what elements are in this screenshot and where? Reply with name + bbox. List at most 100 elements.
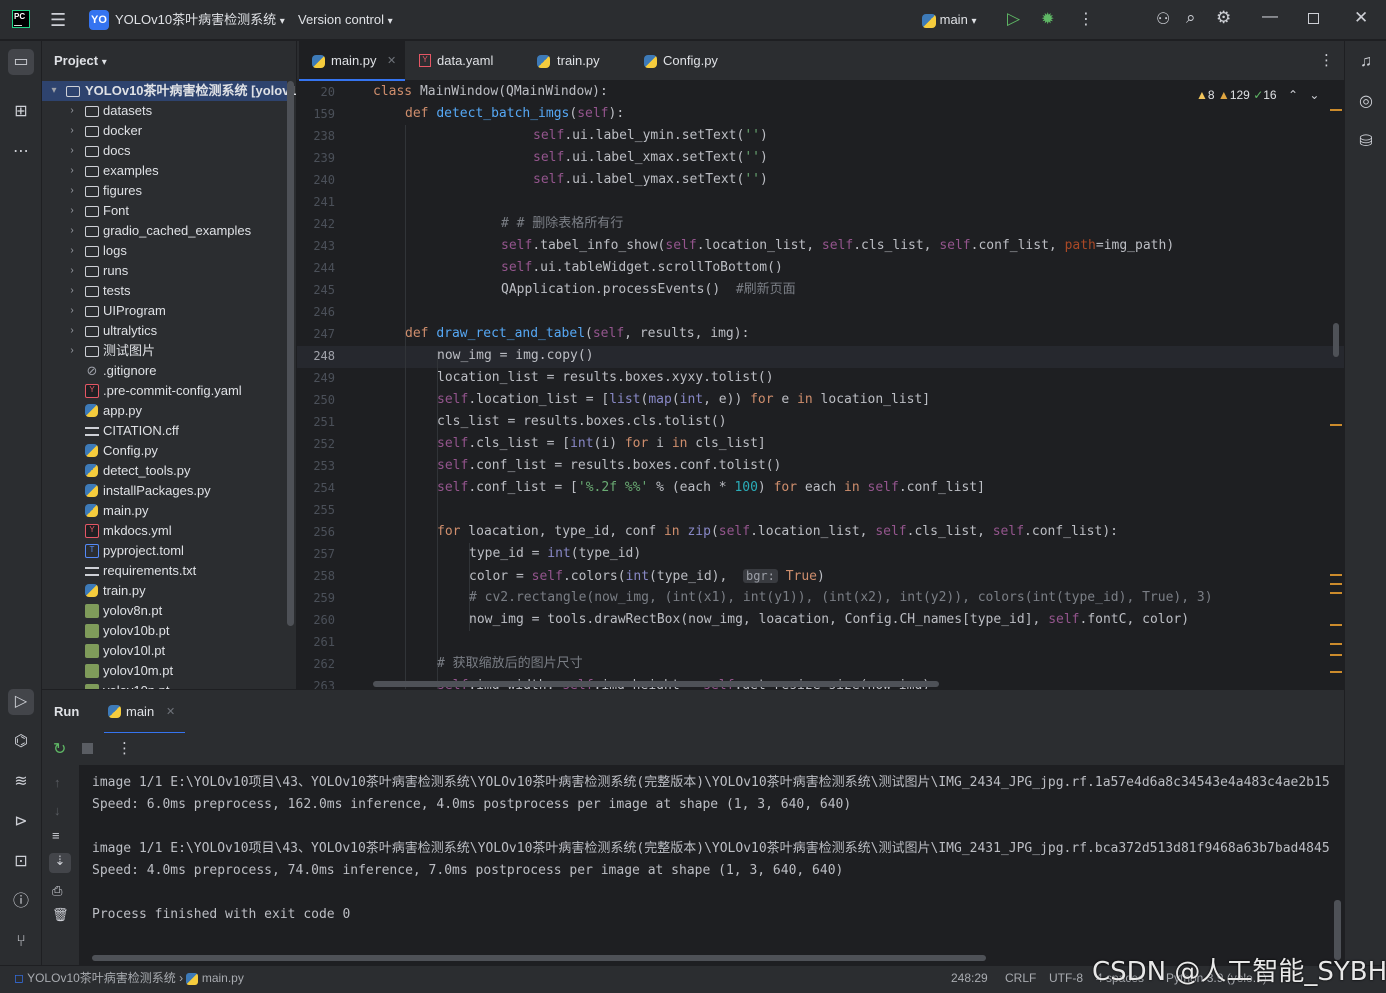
editor-scrollbar[interactable] xyxy=(1330,81,1344,689)
project-scrollbar[interactable] xyxy=(287,81,294,626)
tree-item[interactable]: yolov10m.pt xyxy=(42,661,287,681)
more-icon[interactable]: ⋮ xyxy=(1078,9,1094,29)
tree-item[interactable]: app.py xyxy=(42,401,287,421)
tree-item[interactable]: requirements.txt xyxy=(42,561,287,581)
tree-item[interactable]: CITATION.cff xyxy=(42,421,287,441)
tree-root[interactable]: ▾ YOLOv10茶叶病害检测系统 [yolov10- xyxy=(42,81,296,101)
tree-item[interactable]: train.py xyxy=(42,581,287,601)
tree-item[interactable]: Ymkdocs.yml xyxy=(42,521,287,541)
tree-item[interactable]: › 测试图片 xyxy=(42,341,287,361)
terminal-icon[interactable]: ⊡ xyxy=(8,849,34,875)
more-icon[interactable]: ⋮ xyxy=(117,739,132,757)
ai-assistant-icon[interactable]: ◎ xyxy=(1353,89,1379,115)
close-icon[interactable]: ✕ xyxy=(1354,8,1368,28)
console-horizontal-scrollbar[interactable] xyxy=(92,955,986,961)
tree-item[interactable]: installPackages.py xyxy=(42,481,287,501)
close-tab-icon[interactable]: ✕ xyxy=(387,41,396,81)
code-editor[interactable]: 20 159 238 239 240 241 242 243 244 245 246 247 248 24… xyxy=(297,81,1344,689)
tree-item[interactable]: detect_tools.py xyxy=(42,461,287,481)
more-tools-icon[interactable]: ⋯ xyxy=(8,139,34,165)
chevron-down-icon[interactable]: ⌄ xyxy=(1309,88,1319,102)
tab-options-icon[interactable]: ⋮ xyxy=(1319,51,1334,69)
chevron-right-icon: › xyxy=(70,325,74,336)
project-panel-title: Project xyxy=(54,53,99,68)
tree-item[interactable]: ⊘ .gitignore xyxy=(42,361,287,381)
yaml-file-icon: Y xyxy=(85,524,99,538)
line-number: 243 xyxy=(313,239,335,253)
close-tab-icon[interactable]: ✕ xyxy=(166,690,175,734)
print-icon[interactable]: ⎙ xyxy=(52,883,62,899)
console-output[interactable]: image 1/1 E:\YOLOv10项目\43、YOLOv10茶叶病害检测系… xyxy=(79,765,1344,965)
console-line: Speed: 6.0ms preprocess, 162.0ms inferen… xyxy=(92,797,852,812)
tree-item[interactable]: yolov10l.pt xyxy=(42,641,287,661)
editor-horizontal-scrollbar[interactable] xyxy=(373,681,939,687)
python-console-icon[interactable]: ⌬ xyxy=(8,729,34,755)
code-line: self.ui.label_ymax.setText('') xyxy=(533,172,768,187)
tree-item[interactable]: yolov10n.pt xyxy=(42,681,287,689)
console-line: image 1/1 E:\YOLOv10项目\43、YOLOv10茶叶病害检测系… xyxy=(92,775,1330,790)
tree-item[interactable]: yolov10b.pt xyxy=(42,621,287,641)
tree-item[interactable]: › examples xyxy=(42,161,287,181)
tree-item[interactable]: › runs xyxy=(42,261,287,281)
python-file-icon xyxy=(85,504,98,517)
run-icon[interactable]: ▷ xyxy=(1007,9,1020,29)
tree-item[interactable]: Tpyproject.toml xyxy=(42,541,287,561)
database-icon[interactable]: ⛁ xyxy=(1353,129,1379,155)
chevron-up-icon[interactable]: ⌃ xyxy=(1288,88,1298,102)
line-separator[interactable]: CRLF xyxy=(1005,966,1036,993)
tree-item[interactable]: › figures xyxy=(42,181,287,201)
debug-icon[interactable]: ✹ xyxy=(1041,9,1054,29)
maximize-icon[interactable] xyxy=(1308,13,1319,24)
run-tool-icon[interactable]: ▷ xyxy=(8,689,34,715)
code-line: cls_list = results.boxes.cls.tolist() xyxy=(437,414,727,429)
tree-item[interactable]: Y .pre-commit-config.yaml xyxy=(42,381,287,401)
run-config-selector[interactable]: main ▾ xyxy=(922,0,976,40)
tree-item[interactable]: › ultralytics xyxy=(42,321,287,341)
tree-item[interactable]: › Font xyxy=(42,201,287,221)
tab-main-py[interactable]: main.py ✕ xyxy=(299,41,405,81)
file-encoding[interactable]: UTF-8 xyxy=(1049,966,1083,993)
structure-tool-icon[interactable]: ⊞ xyxy=(8,99,34,125)
tree-item[interactable]: › UIProgram xyxy=(42,301,287,321)
project-selector[interactable]: YOLOv10茶叶病害检测系统 ▾ xyxy=(115,0,285,40)
tree-item-label: pyproject.toml xyxy=(103,543,184,558)
tree-item[interactable]: › datasets xyxy=(42,101,287,121)
tree-item[interactable]: yolov8n.pt xyxy=(42,601,287,621)
line-number: 256 xyxy=(313,525,335,539)
yaml-file-icon: Y xyxy=(85,384,99,398)
tree-item[interactable]: main.py xyxy=(42,501,287,521)
arrow-up-icon[interactable]: ↑ xyxy=(54,775,61,790)
services-icon[interactable]: ⊳ xyxy=(8,809,34,835)
code-line: self.conf_list = results.boxes.conf.toli… xyxy=(437,458,782,473)
breadcrumb[interactable]: ◻ YOLOv10茶叶病害检测系统 › main.py xyxy=(14,966,244,993)
tree-item[interactable]: › docker xyxy=(42,121,287,141)
vcs-selector[interactable]: Version control ▾ xyxy=(298,0,393,40)
account-icon[interactable]: ⚇ xyxy=(1156,9,1170,29)
tree-item-label: tests xyxy=(103,283,131,298)
arrow-down-icon[interactable]: ↓ xyxy=(54,803,61,818)
project-tool-icon[interactable]: ▭ xyxy=(8,49,34,75)
main-menu-icon[interactable]: ☰ xyxy=(50,10,66,31)
notifications-icon[interactable]: ♫ xyxy=(1353,49,1379,75)
inspection-widget[interactable]: ▲8 ▲129 ✓16 ⌃ ⌄ xyxy=(1192,85,1324,105)
run-tab-main[interactable]: main ✕ xyxy=(104,690,185,734)
minimize-icon[interactable]: — xyxy=(1262,8,1278,26)
soft-wrap-icon[interactable]: ≡ xyxy=(52,828,60,843)
layers-icon[interactable]: ≋ xyxy=(8,769,34,795)
scroll-to-end-icon[interactable]: ⇣ xyxy=(49,853,71,873)
tree-item[interactable]: › docs xyxy=(42,141,287,161)
project-panel-header[interactable]: Project ▾ xyxy=(54,41,107,81)
gear-icon[interactable]: ⚙ xyxy=(1216,8,1231,28)
tree-item-label: .gitignore xyxy=(103,363,157,378)
tree-item[interactable]: Config.py xyxy=(42,441,287,461)
trash-icon[interactable]: 🗑 xyxy=(52,907,69,923)
problems-icon[interactable]: ⓘ xyxy=(8,889,34,915)
rerun-icon[interactable]: ↻ xyxy=(53,739,66,759)
caret-position[interactable]: 248:29 xyxy=(951,966,988,993)
stop-icon[interactable] xyxy=(82,743,93,754)
tree-item[interactable]: › gradio_cached_examples xyxy=(42,221,287,241)
search-icon[interactable]: ⌕ xyxy=(1186,8,1196,28)
tree-item[interactable]: › tests xyxy=(42,281,287,301)
tree-item[interactable]: › logs xyxy=(42,241,287,261)
git-icon[interactable]: ⑂ xyxy=(8,929,34,955)
